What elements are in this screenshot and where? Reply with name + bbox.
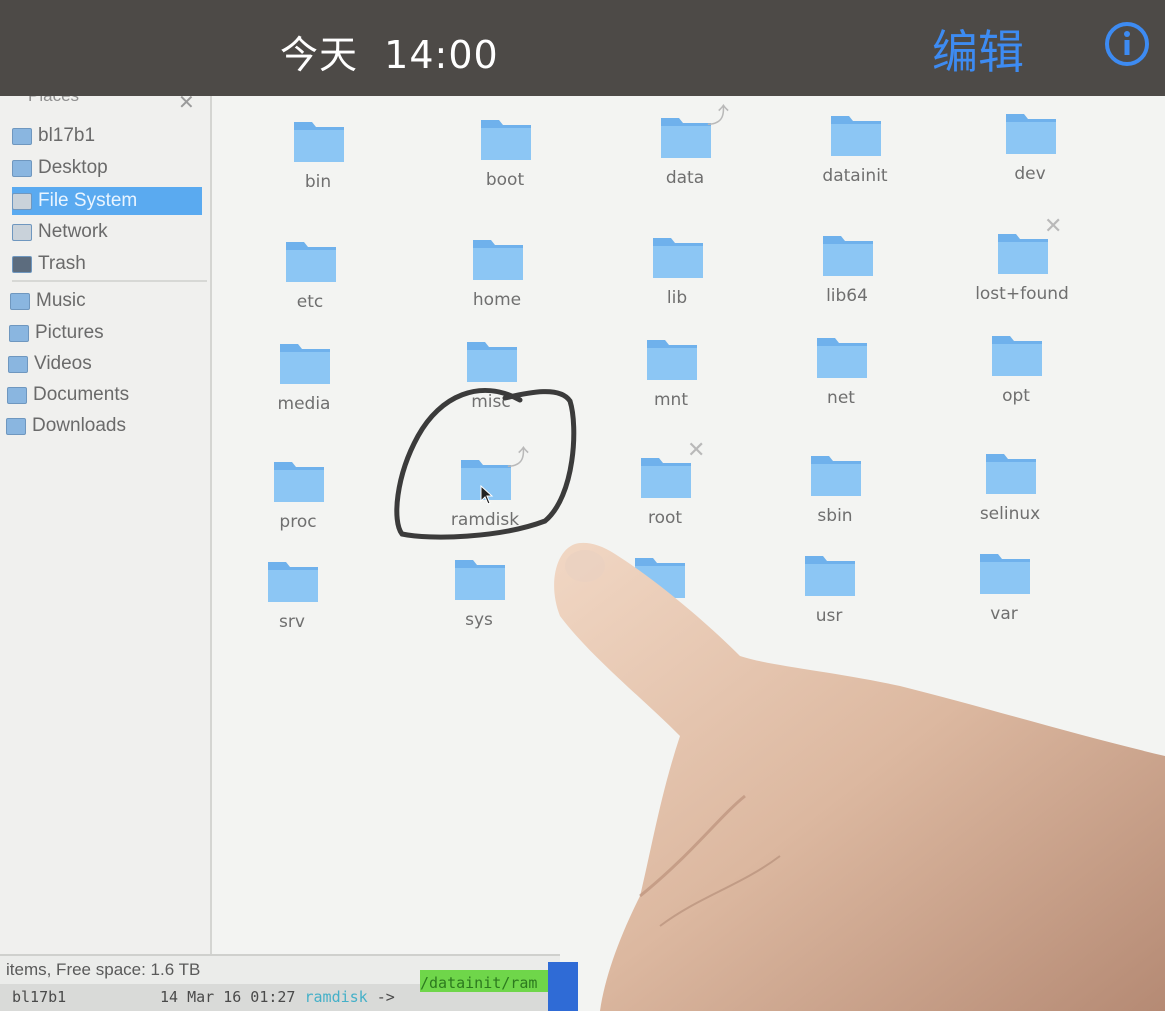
photo-content: Places ✕ bl17b1 Desktop File System Netw… [0,96,1165,1011]
info-circle-icon[interactable] [1104,21,1150,67]
edit-button[interactable]: 编辑 [932,16,1024,82]
photo-viewer-header: 今天 14:00 编辑 [0,0,1165,96]
photo-date-title: 今天 14:00 [280,33,499,77]
pointing-hand [554,542,1165,1011]
